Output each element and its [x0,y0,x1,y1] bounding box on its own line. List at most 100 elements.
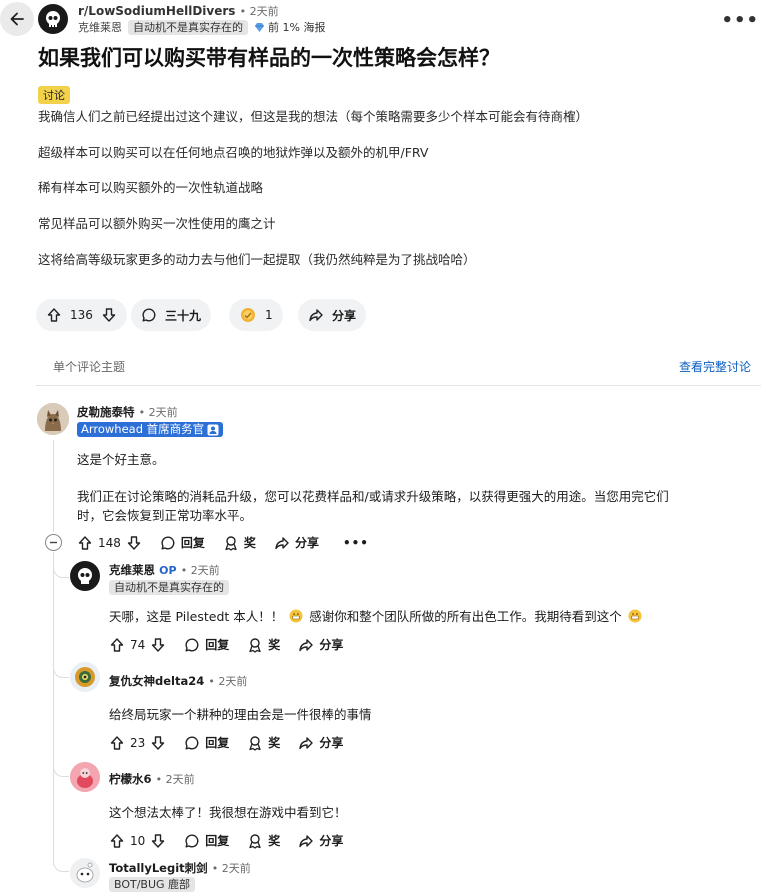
single-thread-label: 单个评论主题 [53,360,126,374]
comment-text: 我们正在讨论策略的消耗品升级，您可以花费样品和/或请求升级策略，以获得更强大的用… [77,489,669,504]
diamond-icon [255,22,264,32]
share-label: 分享 [332,308,357,323]
grin-emoji-icon [289,609,303,622]
downvote-icon[interactable] [126,535,142,551]
avatar[interactable] [70,858,100,888]
upvote-icon[interactable] [77,535,93,551]
reply-label: 回复 [205,736,230,750]
author-flair-label: Arrowhead 首席商务官 [81,422,205,436]
share-button[interactable]: 分享 [274,534,319,551]
reply-button[interactable]: 回复 [184,832,229,849]
award-ribbon-icon [249,637,261,653]
snoo-avatar-icon [70,858,100,888]
award-label: 奖 [268,638,281,652]
comment-time: • 2天前 [211,862,251,875]
skull-icon [78,568,92,584]
comment-actions: 148 回复 奖 分享 ••• [77,534,369,551]
upvote-icon[interactable] [46,307,62,323]
reply-button[interactable]: 回复 [184,734,229,751]
reply-label: 回复 [180,536,205,550]
share-button[interactable]: 分享 [298,734,343,751]
post-more-button[interactable]: ••• [721,10,759,31]
reply-button[interactable]: 回复 [184,636,229,653]
thread-line [53,552,54,865]
comment-text: 这个想法太棒了！我很想在游戏中看到它！ [109,805,347,820]
comment-author[interactable]: 复仇女神delta24 [109,674,204,688]
upvote-icon[interactable] [109,833,125,849]
thread-connector [53,658,69,678]
skull-icon [46,11,60,27]
reply-button[interactable]: 回复 [160,534,205,551]
award-label: 奖 [268,834,281,848]
award-label: 奖 [268,736,281,750]
downvote-icon[interactable] [150,833,166,849]
comment-text-part: 天哪，这是 Pilestedt 本人！！ [109,609,284,624]
upvote-icon[interactable] [109,735,125,751]
vote-bar: 136 [36,299,127,331]
comment-text: 这是个好主意。 [77,452,165,467]
upvote-icon[interactable] [109,637,125,653]
comment-icon [142,308,156,322]
avatar[interactable] [70,561,100,591]
share-button[interactable]: 分享 [298,636,343,653]
comment-time: • 2天前 [180,564,220,577]
comment-header: 克维莱恩 OP • 2天前 [109,562,220,578]
comment-header: TotallyLegit刺剑 • 2天前 [109,860,251,876]
award-button[interactable]: 奖 [247,734,280,751]
award-label: 奖 [243,536,256,550]
share-button[interactable]: 分享 [298,832,343,849]
post-paragraph-1: 我确信人们之前已经提出过这个建议，但这是我的想法（每个策略需要多少个样本可能会有… [38,109,589,124]
award-button[interactable]: 奖 [247,832,280,849]
vote-group: 148 [77,535,142,551]
avatar[interactable] [37,403,69,435]
thread-connector [53,850,69,872]
author-flair: BOT/BUG 鹿部 [109,877,196,892]
divider [36,385,761,386]
downvote-icon[interactable] [150,735,166,751]
award-button[interactable]: 1 [229,299,283,331]
comment-author[interactable]: TotallyLegit刺剑 [109,861,208,875]
arrow-left-icon [10,12,24,26]
avatar[interactable] [70,662,100,692]
comment-more-button[interactable]: ••• [343,536,369,550]
comment-actions: 74 回复 奖 分享 [109,636,343,653]
subreddit-name[interactable]: r/LowSodiumHellDivers • 2天前 [78,3,279,19]
back-button[interactable] [0,2,34,36]
comment-author[interactable]: 克维莱恩 [109,563,155,577]
subreddit-link[interactable]: r/LowSodiumHellDivers [78,4,235,18]
rank-flair: 前 1% 海报 [254,19,325,35]
share-label: 分享 [319,638,344,652]
grin-emoji-icon [628,609,642,622]
post-paragraph-2: 超级样本可以购买可以在任何地点召唤的地狱炸弹以及额外的机甲/FRV [38,145,429,160]
comment-icon [185,735,199,749]
vote-count: 10 [130,833,146,848]
post-time: • 2天前 [239,5,279,18]
comment-icon [161,535,175,549]
share-icon [299,638,314,651]
comment-actions: 23 回复 奖 分享 [109,734,343,751]
comment-time: • 2天前 [155,773,195,786]
downvote-icon[interactable] [150,637,166,653]
award-button[interactable]: 奖 [247,636,280,653]
snoo-avatar-icon [70,662,100,692]
share-button[interactable]: 分享 [298,299,367,331]
subreddit-avatar[interactable] [38,4,68,34]
post-author[interactable]: 克维莱恩 [78,19,122,35]
minus-icon [50,541,57,544]
post-paragraph-3: 稀有样本可以购买额外的一次性轨道战略 [38,180,264,195]
view-full-discussion-link[interactable]: 查看完整讨论 [679,358,751,375]
collapse-thread-button[interactable] [45,534,62,551]
comment-author[interactable]: 皮勒施泰特 [77,405,135,419]
comments-button[interactable]: 三十九 [131,299,212,331]
award-button[interactable]: 奖 [223,534,256,551]
vote-count: 148 [98,535,121,550]
vote-group: 23 [109,735,166,751]
avatar[interactable] [70,762,100,792]
post-tag[interactable]: 讨论 [38,86,70,104]
award-ribbon-icon [249,833,261,849]
vote-group: 74 [109,637,166,653]
comment-author[interactable]: 柠檬水6 [109,772,152,786]
comment-actions: 10 回复 奖 分享 [109,832,343,849]
downvote-icon[interactable] [101,307,117,323]
reply-label: 回复 [205,834,230,848]
